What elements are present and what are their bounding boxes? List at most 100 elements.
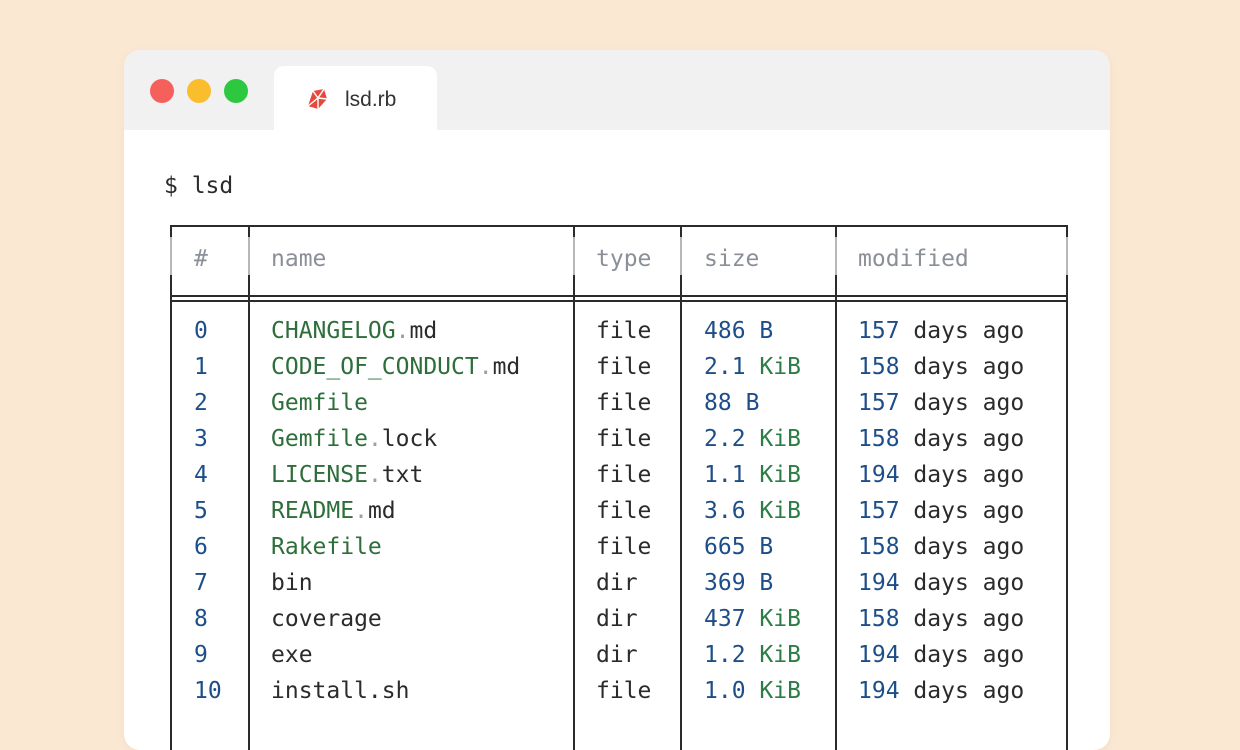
title-bar: lsd.rb xyxy=(124,50,1110,131)
header-modified: modified xyxy=(858,246,969,272)
modified-text: days ago xyxy=(913,570,1025,596)
file-name: LICENSE.txt xyxy=(271,462,423,488)
file-dot: . xyxy=(367,462,382,488)
file-size: 3.6 KiB xyxy=(704,498,801,524)
modified-number: 157 xyxy=(858,390,900,416)
row-index: 1 xyxy=(194,354,208,380)
table-row: 8 coverage dir 437 KiB 158 days ago xyxy=(124,606,1110,642)
header-separator xyxy=(573,237,575,275)
file-type: dir xyxy=(596,570,638,596)
header-separator xyxy=(835,237,837,275)
modified-number: 158 xyxy=(858,606,900,632)
file-dot: . xyxy=(367,426,382,452)
minimize-window-button[interactable] xyxy=(187,79,211,103)
table-row: 3 Gemfile.lock file 2.2 KiB 158 days ago xyxy=(124,426,1110,462)
file-name: Rakefile xyxy=(271,534,382,560)
file-type: dir xyxy=(596,642,638,668)
table-row: 2 Gemfile file 88 B 157 days ago xyxy=(124,390,1110,426)
file-type: file xyxy=(596,678,652,704)
file-modified: 157 days ago xyxy=(858,318,1024,344)
row-index: 5 xyxy=(194,498,208,524)
file-modified: 194 days ago xyxy=(858,678,1024,704)
modified-number: 194 xyxy=(858,642,900,668)
close-window-button[interactable] xyxy=(150,79,174,103)
header-separator xyxy=(170,237,172,275)
size-number: 1.0 xyxy=(704,678,746,704)
row-index: 4 xyxy=(194,462,208,488)
file-type: file xyxy=(596,498,652,524)
modified-number: 157 xyxy=(858,498,900,524)
file-ext: md xyxy=(409,318,438,344)
size-number: 88 xyxy=(704,390,732,416)
row-index: 8 xyxy=(194,606,208,632)
file-name: install.sh xyxy=(271,678,409,704)
file-base: Gemfile xyxy=(271,390,368,416)
size-number: 2.2 xyxy=(704,426,746,452)
header-separator xyxy=(1066,237,1068,275)
table-row: 4 LICENSE.txt file 1.1 KiB 194 days ago xyxy=(124,462,1110,498)
row-index: 0 xyxy=(194,318,208,344)
modified-text: days ago xyxy=(913,354,1025,380)
file-size: 369 B xyxy=(704,570,773,596)
file-dot: . xyxy=(478,354,493,380)
file-modified: 158 days ago xyxy=(858,426,1024,452)
file-name: README.md xyxy=(271,498,396,524)
table-row: 6 Rakefile file 665 B 158 days ago xyxy=(124,534,1110,570)
size-unit: KiB xyxy=(759,426,801,452)
file-size: 437 KiB xyxy=(704,606,801,632)
row-index: 6 xyxy=(194,534,208,560)
file-name: CODE_OF_CONDUCT.md xyxy=(271,354,520,380)
header-divider-top xyxy=(170,295,1066,297)
file-modified: 158 days ago xyxy=(858,534,1024,560)
table-row: 1 CODE_OF_CONDUCT.md file 2.1 KiB 158 da… xyxy=(124,354,1110,390)
row-index: 7 xyxy=(194,570,208,596)
terminal-window: lsd.rb $ lsd # name type size modified 0… xyxy=(124,50,1110,750)
size-unit: KiB xyxy=(759,678,801,704)
file-base: CHANGELOG xyxy=(271,318,396,344)
table-row: 9 exe dir 1.2 KiB 194 days ago xyxy=(124,642,1110,678)
file-name: exe xyxy=(271,642,313,668)
size-number: 486 xyxy=(704,318,746,344)
file-base: LICENSE xyxy=(271,462,368,488)
file-modified: 158 days ago xyxy=(858,354,1024,380)
table-border-top-stub xyxy=(1066,225,1068,237)
modified-number: 194 xyxy=(858,570,900,596)
header-index: # xyxy=(194,246,208,272)
modified-text: days ago xyxy=(913,318,1025,344)
size-unit: B xyxy=(759,318,774,344)
file-base: exe xyxy=(271,642,313,668)
file-modified: 157 days ago xyxy=(858,390,1024,416)
size-number: 2.1 xyxy=(704,354,746,380)
file-base: CODE_OF_CONDUCT xyxy=(271,354,479,380)
header-name: name xyxy=(271,246,327,272)
row-index: 10 xyxy=(194,678,222,704)
file-base: Rakefile xyxy=(271,534,382,560)
ruby-gem-icon xyxy=(307,88,328,109)
size-unit: KiB xyxy=(759,642,801,668)
terminal-content: $ lsd # name type size modified 0 CHANGE… xyxy=(124,130,1110,750)
modified-number: 157 xyxy=(858,318,900,344)
file-name: Gemfile xyxy=(271,390,368,416)
file-type: file xyxy=(596,354,652,380)
size-unit: B xyxy=(759,534,774,560)
file-base: bin xyxy=(271,570,313,596)
modified-number: 158 xyxy=(858,354,900,380)
size-unit: KiB xyxy=(759,498,801,524)
file-base: README xyxy=(271,498,355,524)
file-base: install.sh xyxy=(271,678,410,704)
maximize-window-button[interactable] xyxy=(224,79,248,103)
file-size: 88 B xyxy=(704,390,759,416)
modified-text: days ago xyxy=(913,606,1025,632)
file-type: file xyxy=(596,390,652,416)
header-divider-bottom xyxy=(170,300,1066,302)
size-number: 369 xyxy=(704,570,746,596)
file-ext: md xyxy=(492,354,521,380)
tab-lsd-rb[interactable]: lsd.rb xyxy=(274,66,437,131)
file-name: Gemfile.lock xyxy=(271,426,437,452)
file-size: 2.2 KiB xyxy=(704,426,801,452)
table-border-top-stub xyxy=(680,225,682,237)
table-border-top-stub xyxy=(835,225,837,237)
size-unit: B xyxy=(759,570,774,596)
row-index: 9 xyxy=(194,642,208,668)
table-border-top-stub xyxy=(170,225,172,237)
